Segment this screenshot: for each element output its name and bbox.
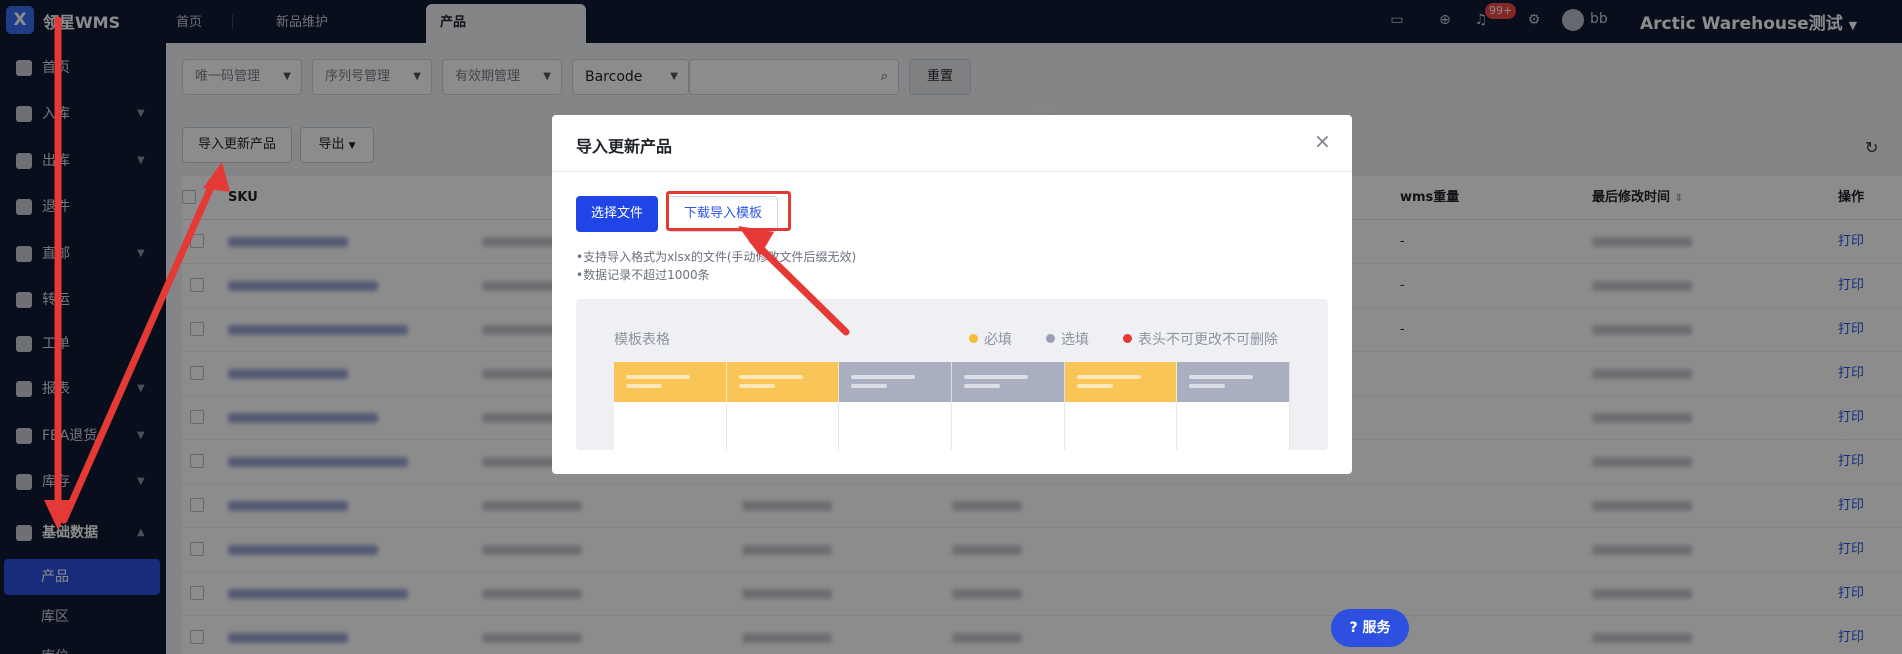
template-body-cell <box>1177 402 1290 450</box>
template-header-cell <box>1177 362 1290 402</box>
legend-label: 选填 <box>1061 332 1089 348</box>
note-limit: •数据记录不超过1000条 <box>576 268 710 282</box>
legend-required: 必填 <box>969 329 1012 349</box>
import-modal: 导入更新产品 × 选择文件 下载导入模板 •支持导入格式为xlsx的文件(手动修… <box>552 115 1352 474</box>
service-label: 服务 <box>1362 620 1391 636</box>
modal-title: 导入更新产品 <box>576 137 673 156</box>
template-body-cell <box>839 402 952 450</box>
template-header-cell <box>614 362 727 402</box>
modal-divider <box>552 171 1352 172</box>
legend-label: 表头不可更改不可删除 <box>1138 332 1278 348</box>
template-header-cell <box>1064 362 1178 402</box>
template-grid <box>614 362 1290 450</box>
template-body-cell <box>952 402 1065 450</box>
template-header-cell <box>726 362 840 402</box>
note-format: •支持导入格式为xlsx的文件(手动修改文件后缀无效) <box>576 250 857 264</box>
template-body-cell <box>726 402 840 450</box>
template-header-cell <box>952 362 1065 402</box>
service-button[interactable]: ? 服务 <box>1331 609 1409 647</box>
template-preview: 模板表格 必填 选填 表头不可更改不可删除 <box>576 299 1328 450</box>
highlight-box <box>666 191 791 231</box>
template-header-cell <box>839 362 952 402</box>
legend-label: 必填 <box>984 332 1012 348</box>
close-icon[interactable]: × <box>1314 129 1331 153</box>
template-body-cell <box>614 402 727 450</box>
select-file-button[interactable]: 选择文件 <box>576 196 658 232</box>
template-title: 模板表格 <box>614 332 670 348</box>
legend-locked: 表头不可更改不可删除 <box>1123 329 1278 349</box>
legend-optional: 选填 <box>1046 329 1089 349</box>
help-icon: ? <box>1349 620 1358 636</box>
template-body-cell <box>1064 402 1178 450</box>
dot-icon <box>1046 334 1055 343</box>
dot-icon <box>1123 334 1132 343</box>
dot-icon <box>969 334 978 343</box>
